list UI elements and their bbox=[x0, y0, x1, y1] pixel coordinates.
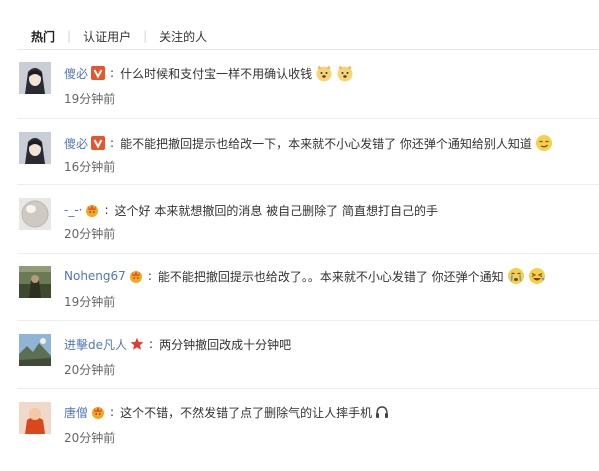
comment-line: 进擊de凡人 : 两分钟撤回改成十分钟吧 bbox=[64, 334, 291, 354]
sweat-emoji bbox=[375, 405, 389, 419]
laughing-emoji bbox=[528, 267, 546, 285]
comment-divider bbox=[17, 320, 599, 321]
comment-username[interactable]: 傻必 bbox=[64, 135, 88, 152]
comment-time: 20分钟前 bbox=[64, 431, 116, 445]
comment-time: 20分钟前 bbox=[64, 227, 116, 241]
comment-filter-tabs: 热门 | 认证用户 | 关注的人 bbox=[31, 27, 207, 45]
comment-text: 这个好 本来就想撤回的消息 被自己删除了 简直想打自己的手 bbox=[114, 203, 438, 218]
comment-item: Noheng67 : 能不能把撤回提示也给改了。。本来就不小心发错了 你还弹个通… bbox=[0, 265, 599, 335]
doge-emoji bbox=[315, 64, 333, 82]
crown-badge-icon bbox=[91, 405, 105, 419]
comment-text: 这个不错，不然发错了点了删除气的让人摔手机 bbox=[120, 405, 373, 420]
doge-emoji bbox=[336, 64, 354, 82]
comment-text: 两分钟撤回改成十分钟吧 bbox=[159, 337, 292, 352]
comment-line: 唐僧 : 这个不错，不然发错了点了删除气的让人摔手机 bbox=[64, 402, 389, 422]
comment-divider bbox=[17, 184, 599, 185]
colon: : bbox=[147, 269, 152, 283]
comment-time: 19分钟前 bbox=[64, 295, 116, 309]
avatar[interactable] bbox=[19, 334, 51, 366]
avatar[interactable] bbox=[19, 132, 51, 164]
crying-emoji bbox=[507, 267, 525, 285]
comment-divider bbox=[17, 253, 599, 254]
avatar[interactable] bbox=[19, 62, 51, 94]
comment-divider bbox=[17, 118, 599, 119]
crown-badge-icon bbox=[85, 203, 99, 217]
star-badge-icon bbox=[130, 337, 144, 351]
colon: : bbox=[149, 337, 154, 351]
avatar[interactable] bbox=[19, 198, 51, 230]
comment-item: 傻必 : 能不能把撤回提示也给改一下，本来就不小心发错了 你还弹个通知给别人知道… bbox=[0, 130, 599, 200]
tab-verified-users[interactable]: 认证用户 bbox=[83, 28, 131, 45]
v-badge-icon bbox=[91, 66, 106, 80]
comment-text: 能不能把撤回提示也给改了。。本来就不小心发错了 你还弹个通知 bbox=[157, 269, 504, 284]
comment-item: -_-· : 这个好 本来就想撤回的消息 被自己删除了 简直想打自己的手 20分… bbox=[0, 197, 599, 267]
comment-line: 傻必 : 能不能把撤回提示也给改一下，本来就不小心发错了 你还弹个通知给别人知道 bbox=[64, 133, 553, 153]
v-badge-icon bbox=[91, 136, 106, 150]
comment-item: 进擊de凡人 : 两分钟撤回改成十分钟吧 20分钟前 bbox=[0, 333, 599, 403]
comment-time: 20分钟前 bbox=[64, 363, 116, 377]
crown-badge-icon bbox=[129, 269, 143, 283]
comment-item: 唐僧 : 这个不错，不然发错了点了删除气的让人摔手机 20分钟前 bbox=[0, 401, 599, 471]
comment-username[interactable]: 进擊de凡人 bbox=[64, 336, 127, 353]
colon: : bbox=[110, 405, 115, 419]
comment-username[interactable]: -_-· bbox=[64, 203, 82, 217]
smirk-emoji bbox=[535, 134, 553, 152]
comment-text: 能不能把撤回提示也给改一下，本来就不小心发错了 你还弹个通知给别人知道 bbox=[120, 136, 532, 151]
comment-username[interactable]: Noheng67 bbox=[64, 269, 126, 283]
comment-line: Noheng67 : 能不能把撤回提示也给改了。。本来就不小心发错了 你还弹个通… bbox=[64, 266, 546, 286]
comment-line: 傻必 : 什么时候和支付宝一样不用确认收钱 bbox=[64, 63, 354, 83]
colon: : bbox=[110, 66, 115, 80]
comment-time: 19分钟前 bbox=[64, 92, 116, 106]
comment-username[interactable]: 傻必 bbox=[64, 65, 88, 82]
comment-text: 什么时候和支付宝一样不用确认收钱 bbox=[120, 66, 313, 81]
tab-separator: | bbox=[67, 29, 72, 43]
colon: : bbox=[104, 203, 109, 217]
colon: : bbox=[110, 136, 115, 150]
comment-line: -_-· : 这个好 本来就想撤回的消息 被自己删除了 简直想打自己的手 bbox=[64, 200, 438, 220]
tabs-divider bbox=[17, 49, 599, 50]
comment-time: 16分钟前 bbox=[64, 160, 116, 174]
comment-username[interactable]: 唐僧 bbox=[64, 404, 88, 421]
tab-hot[interactable]: 热门 bbox=[31, 28, 55, 45]
tab-separator: | bbox=[143, 29, 148, 43]
tab-following[interactable]: 关注的人 bbox=[159, 28, 207, 45]
avatar[interactable] bbox=[19, 266, 51, 298]
comment-divider bbox=[17, 388, 599, 389]
comment-item: 傻必 : 什么时候和支付宝一样不用确认收钱 19分钟前 bbox=[0, 60, 599, 130]
avatar[interactable] bbox=[19, 402, 51, 434]
